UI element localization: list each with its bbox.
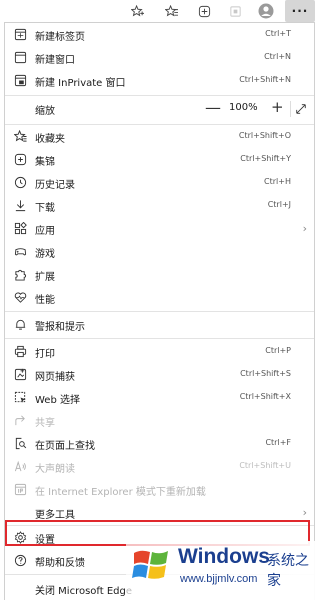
menu-item-new-inprivate[interactable]: 新建 InPrivate 窗口 Ctrl+Shift+N bbox=[5, 69, 314, 92]
menu-item-shortcut: Ctrl+J bbox=[267, 200, 291, 209]
menu-item-collections[interactable]: 集锦 Ctrl+Shift+Y bbox=[5, 148, 314, 171]
watermark: Windows 系统之家 www.bjjmlv.com bbox=[126, 541, 317, 600]
fullscreen-icon[interactable] bbox=[290, 101, 311, 117]
menu-item-label: 新建标签页 bbox=[35, 32, 85, 43]
menu-item-extensions[interactable]: 扩展 bbox=[5, 263, 314, 286]
menu-item-ie-mode: 在 Internet Explorer 模式下重新加载 bbox=[5, 478, 314, 501]
menu-item-favorites[interactable]: 收藏夹 Ctrl+Shift+O bbox=[5, 125, 314, 148]
bell-icon bbox=[13, 317, 27, 331]
favorites-icon bbox=[13, 129, 27, 143]
menu-item-label: 集锦 bbox=[35, 157, 55, 168]
read-aloud-icon bbox=[13, 459, 27, 473]
menu-item-label: 新建窗口 bbox=[35, 55, 75, 66]
menu-item-print[interactable]: 打印 Ctrl+P bbox=[5, 340, 314, 363]
menu-item-alerts[interactable]: 警报和提示 bbox=[5, 313, 314, 336]
menu-item-history[interactable]: 历史记录 Ctrl+H bbox=[5, 171, 314, 194]
menu-divider bbox=[5, 95, 314, 96]
menu-item-label: 下载 bbox=[35, 203, 55, 214]
collections-icon bbox=[13, 152, 27, 166]
windows-logo-icon bbox=[132, 547, 170, 583]
chevron-right-icon: › bbox=[302, 506, 307, 519]
tab-star-icon[interactable] bbox=[128, 2, 146, 20]
menu-item-label: 网页捕获 bbox=[35, 372, 75, 383]
menu-item-find[interactable]: 在页面上查找 Ctrl+F bbox=[5, 432, 314, 455]
zoom-level: 100% bbox=[229, 102, 258, 113]
performance-heart-icon bbox=[13, 290, 27, 304]
watermark-subtitle: 系统之家 bbox=[267, 553, 309, 589]
menu-item-label: 警报和提示 bbox=[35, 322, 85, 333]
menu-item-performance[interactable]: 性能 bbox=[5, 286, 314, 309]
menu-item-label: 历史记录 bbox=[35, 180, 75, 191]
menu-item-shortcut: Ctrl+T bbox=[265, 29, 291, 38]
extension-puzzle-icon bbox=[13, 267, 27, 281]
menu-item-label: 在页面上查找 bbox=[35, 441, 95, 452]
menu-item-label: 收藏夹 bbox=[35, 134, 65, 145]
settings-and-more-button[interactable]: ··· bbox=[285, 0, 315, 22]
menu-item-label: 关闭 Microsoft Edge bbox=[35, 586, 133, 597]
collections-icon[interactable] bbox=[195, 2, 213, 20]
ie-mode-icon bbox=[13, 482, 27, 496]
new-window-icon bbox=[13, 50, 27, 64]
games-icon bbox=[13, 244, 27, 258]
inprivate-window-icon bbox=[13, 73, 27, 87]
menu-item-shortcut: Ctrl+F bbox=[265, 438, 291, 447]
menu-item-label: 大声朗读 bbox=[35, 464, 75, 475]
menu-item-shortcut: Ctrl+Shift+O bbox=[238, 131, 291, 140]
menu-item-label: 更多工具 bbox=[35, 510, 75, 521]
watermark-url: www.bjjmlv.com bbox=[180, 573, 258, 585]
download-icon bbox=[13, 198, 27, 212]
menu-item-label: 帮助和反馈 bbox=[35, 558, 85, 569]
menu-item-shortcut: Ctrl+Shift+U bbox=[239, 461, 291, 470]
menu-item-web-capture[interactable]: 网页捕获 Ctrl+Shift+S bbox=[5, 363, 314, 386]
menu-item-label: 在 Internet Explorer 模式下重新加载 bbox=[35, 487, 206, 498]
menu-item-label: 游戏 bbox=[35, 249, 55, 260]
new-tab-icon bbox=[13, 27, 27, 41]
menu-item-shortcut: Ctrl+Shift+S bbox=[240, 369, 291, 378]
menu-item-label: Web 选择 bbox=[35, 395, 80, 406]
menu-item-share: 共享 bbox=[5, 409, 314, 432]
menu-item-games[interactable]: 游戏 bbox=[5, 240, 314, 263]
menu-item-label: 应用 bbox=[35, 226, 55, 237]
web-select-icon bbox=[13, 390, 27, 404]
menu-item-label: 打印 bbox=[35, 349, 55, 360]
zoom-label: 缩放 bbox=[35, 106, 55, 117]
menu-item-label: 性能 bbox=[35, 295, 55, 306]
menu-divider bbox=[5, 311, 314, 312]
zoom-in-button[interactable]: + bbox=[271, 98, 284, 116]
menu-divider bbox=[5, 338, 314, 339]
share-icon bbox=[13, 413, 27, 427]
settings-menu: 新建标签页 Ctrl+T 新建窗口 Ctrl+N 新建 InPrivate 窗口… bbox=[4, 22, 315, 600]
profile-icon[interactable] bbox=[257, 2, 275, 20]
menu-item-shortcut: Ctrl+Shift+Y bbox=[240, 154, 291, 163]
zoom-row: 缩放 — 100% + bbox=[5, 97, 314, 121]
menu-item-shortcut: Ctrl+H bbox=[264, 177, 291, 186]
menu-item-apps[interactable]: 应用 › bbox=[5, 217, 314, 240]
web-capture-icon bbox=[13, 367, 27, 381]
menu-item-label: 扩展 bbox=[35, 272, 55, 283]
menu-item-read-aloud: 大声朗读 Ctrl+Shift+U bbox=[5, 455, 314, 478]
help-icon bbox=[13, 553, 27, 567]
favorites-icon[interactable] bbox=[162, 2, 180, 20]
menu-item-new-tab[interactable]: 新建标签页 Ctrl+T bbox=[5, 23, 314, 46]
zoom-out-button[interactable]: — bbox=[205, 98, 221, 117]
menu-item-label: 新建 InPrivate 窗口 bbox=[35, 78, 126, 89]
menu-item-web-select[interactable]: Web 选择 Ctrl+Shift+X bbox=[5, 386, 314, 409]
menu-item-downloads[interactable]: 下载 Ctrl+J bbox=[5, 194, 314, 217]
menu-item-shortcut: Ctrl+P bbox=[265, 346, 291, 355]
browser-toolbar: ··· bbox=[0, 0, 317, 22]
menu-item-shortcut: Ctrl+Shift+N bbox=[239, 75, 291, 84]
history-icon bbox=[13, 175, 27, 189]
printer-icon bbox=[13, 344, 27, 358]
menu-item-new-window[interactable]: 新建窗口 Ctrl+N bbox=[5, 46, 314, 69]
menu-item-shortcut: Ctrl+N bbox=[264, 52, 291, 61]
chevron-right-icon: › bbox=[302, 222, 307, 235]
menu-item-shortcut: Ctrl+Shift+X bbox=[239, 392, 291, 401]
apps-icon bbox=[13, 221, 27, 235]
find-on-page-icon bbox=[13, 436, 27, 450]
menu-item-label: 共享 bbox=[35, 418, 55, 429]
extension-icon[interactable] bbox=[226, 2, 244, 20]
watermark-title: Windows bbox=[178, 545, 270, 568]
